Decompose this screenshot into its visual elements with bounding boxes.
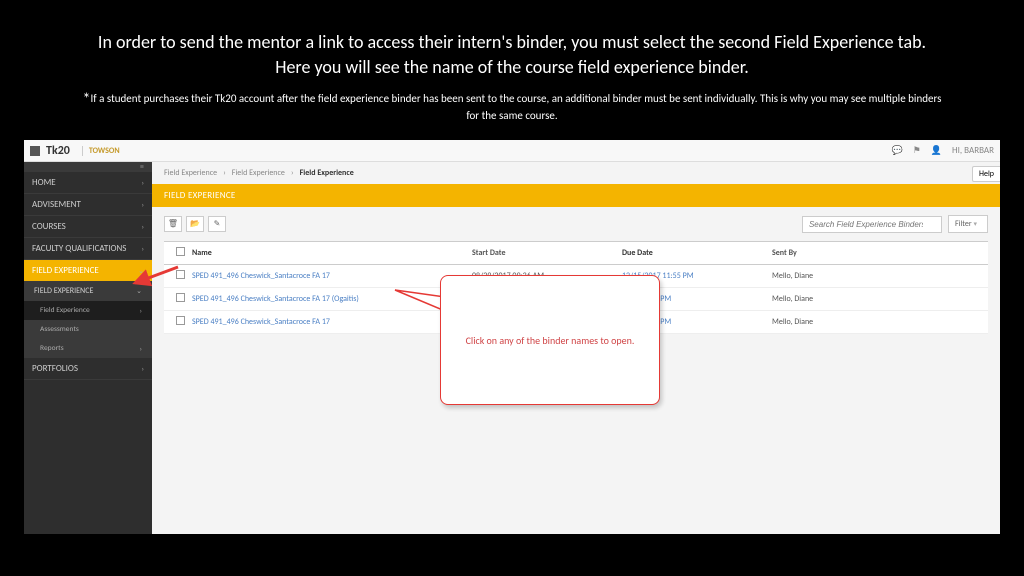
filter-button[interactable]: Filter ▾ (948, 215, 988, 233)
sidebar-sub-fe-active[interactable]: Field Experience› (24, 301, 152, 320)
checkbox-all[interactable] (176, 247, 185, 256)
sidebar-item-portfolios[interactable]: PORTFOLIOS› (24, 358, 152, 380)
sidebar-item-faculty[interactable]: FACULTY QUALIFICATIONS› (24, 238, 152, 260)
chevron-right-icon: › (142, 364, 144, 373)
topbar: Tk20 TOWSON 💬 ⚑ 👤 HI, BARBAR (24, 140, 1000, 162)
chevron-right-icon: › (142, 200, 144, 209)
app-logo: Tk20 TOWSON (30, 144, 120, 158)
sidebar-item-home[interactable]: HOME› (24, 172, 152, 194)
col-name[interactable]: Name (192, 248, 472, 258)
user-greeting[interactable]: HI, BARBAR (952, 145, 994, 156)
sent-by: Mello, Diane (772, 317, 984, 327)
breadcrumb-current: Field Experience (300, 168, 354, 178)
slide-footnote: *If a student purchases their Tk20 accou… (0, 90, 1024, 132)
callout-bubble: Click on any of the binder names to open… (440, 275, 660, 405)
collapse-toggle[interactable]: ≡ (24, 162, 152, 172)
binder-link[interactable]: SPED 491_496 Cheswick_Santacroce FA 17 (192, 317, 472, 327)
chevron-right-icon: › (142, 178, 144, 187)
binder-link[interactable]: SPED 491_496 Cheswick_Santacroce FA 17 (192, 271, 472, 281)
help-button[interactable]: Help (972, 166, 1000, 182)
breadcrumb-link[interactable]: Field Experience (164, 168, 217, 178)
breadcrumb: Field Experience› Field Experience› Fiel… (152, 162, 1000, 184)
sent-by: Mello, Diane (772, 271, 984, 281)
edit-button[interactable]: ✎ (208, 216, 226, 232)
annotation-arrow (130, 260, 180, 290)
folder-button[interactable]: 📂 (186, 216, 204, 232)
sidebar: ≡ HOME› ADVISEMENT› COURSES› FACULTY QUA… (24, 162, 152, 534)
table-header: Name Start Date Due Date Sent By (164, 241, 988, 265)
sidebar-sub-assessments[interactable]: Assessments (24, 320, 152, 339)
sidebar-sub-reports[interactable]: Reports› (24, 339, 152, 358)
user-icon[interactable]: 👤 (931, 145, 942, 156)
chevron-right-icon: › (140, 344, 142, 353)
chevron-right-icon: › (142, 244, 144, 253)
delete-button[interactable]: 🗑 (164, 216, 182, 232)
col-sent[interactable]: Sent By (772, 248, 984, 258)
slide-instruction: In order to send the mentor a link to ac… (0, 0, 1024, 90)
page-banner: FIELD EXPERIENCE (152, 184, 1000, 207)
row-checkbox[interactable] (176, 316, 185, 325)
sidebar-item-advisement[interactable]: ADVISEMENT› (24, 194, 152, 216)
search-input[interactable] (802, 216, 942, 233)
breadcrumb-link[interactable]: Field Experience (232, 168, 285, 178)
sidebar-item-courses[interactable]: COURSES› (24, 216, 152, 238)
flag-icon[interactable]: ⚑ (913, 145, 921, 156)
row-checkbox[interactable] (176, 293, 185, 302)
chevron-right-icon: › (142, 222, 144, 231)
col-start[interactable]: Start Date (472, 248, 622, 258)
notification-icon[interactable]: 💬 (892, 145, 903, 156)
towson-logo: TOWSON (82, 146, 120, 156)
chevron-right-icon: › (140, 306, 142, 315)
logo-icon (30, 146, 40, 156)
sent-by: Mello, Diane (772, 294, 984, 304)
col-due[interactable]: Due Date (622, 248, 772, 258)
